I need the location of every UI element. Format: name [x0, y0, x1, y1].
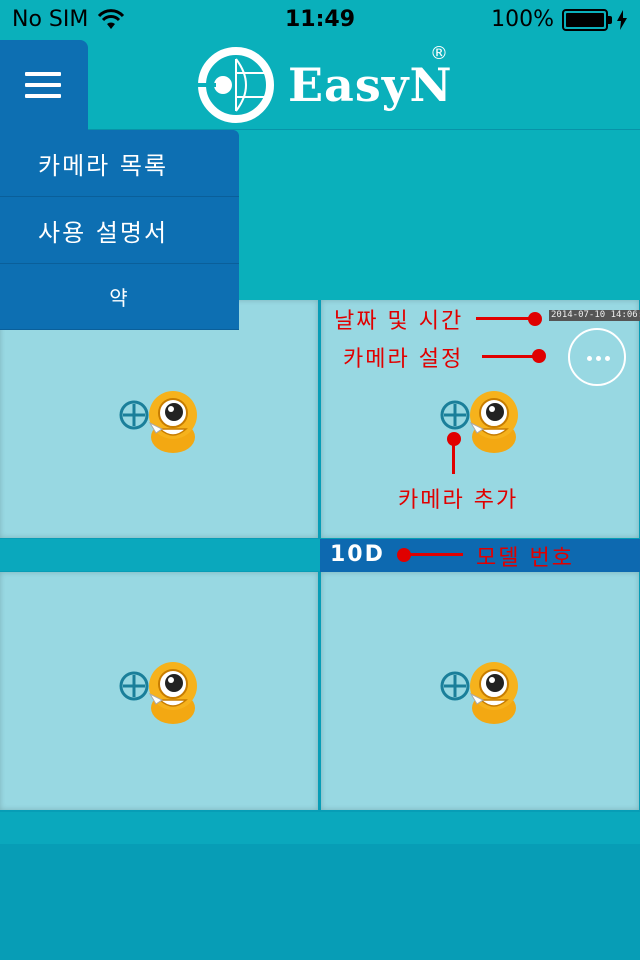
annotation-dot	[532, 349, 546, 363]
add-camera-icon[interactable]	[118, 660, 200, 726]
annotation-dot	[528, 312, 542, 326]
dot	[587, 356, 592, 361]
annotation-model-number: 모델 번호	[476, 546, 574, 571]
cell-label-row-bottom	[0, 812, 640, 844]
dot	[605, 356, 610, 361]
menu-item-about[interactable]: 약	[0, 264, 239, 330]
status-right: 100%	[491, 7, 628, 32]
globe-logo-icon	[196, 47, 274, 123]
battery-percent: 100%	[491, 7, 554, 32]
status-bar: No SIM 11:49 100%	[0, 0, 640, 40]
model-number: 10D	[330, 542, 385, 567]
brand-name: EasyN	[288, 58, 453, 112]
annotation-line	[482, 355, 538, 358]
hamburger-line	[25, 83, 61, 87]
annotation-add-camera: 카메라 추가	[398, 488, 519, 513]
app-header: EasyN ®	[0, 40, 640, 130]
more-options-icon[interactable]	[568, 328, 626, 386]
battery-icon	[562, 8, 612, 31]
annotation-date-time: 날짜 및 시간	[334, 309, 464, 334]
timestamp-overlay: 2014-07-10 14:06:01	[549, 310, 640, 321]
annotation-line	[476, 317, 536, 320]
annotation-line	[405, 553, 463, 556]
menu-button[interactable]	[0, 40, 88, 130]
hamburger-menu-icon	[25, 72, 61, 76]
menu-item-user-manual[interactable]: 사용 설명서	[0, 197, 239, 264]
annotation-camera-settings: 카메라 설정	[343, 347, 464, 372]
side-menu: 카메라 목록 사용 설명서 약	[0, 130, 239, 330]
brand-logo: EasyN ®	[196, 43, 453, 125]
dot	[596, 356, 601, 361]
annotation-line-vertical	[452, 440, 455, 474]
charging-bolt-icon	[617, 9, 627, 30]
add-camera-icon[interactable]	[439, 660, 521, 726]
hamburger-line	[25, 94, 61, 98]
bottom-area	[0, 844, 640, 960]
add-camera-icon[interactable]	[118, 389, 200, 455]
menu-item-camera-list[interactable]: 카메라 목록	[0, 130, 239, 197]
registered-mark: ®	[430, 43, 448, 64]
